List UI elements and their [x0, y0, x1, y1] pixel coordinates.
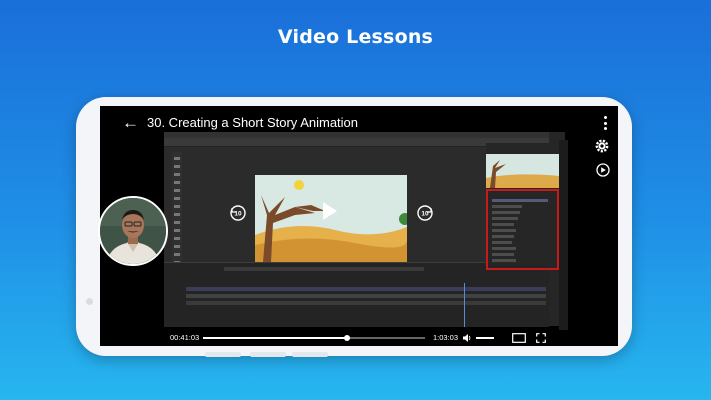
player-controls: 00:41:03 1:03:03 — [100, 330, 618, 346]
layer-row — [492, 211, 520, 214]
fullscreen-icon[interactable] — [536, 333, 546, 343]
video-title: 30. Creating a Short Story Animation — [147, 115, 359, 130]
layer-row — [492, 235, 514, 238]
seek-bar[interactable] — [203, 335, 425, 341]
speaker-icon[interactable] — [462, 333, 472, 343]
player-top-bar: ← 30. Creating a Short Story Animation — [100, 112, 618, 134]
arrow-left-icon[interactable]: ← — [122, 112, 139, 134]
layer-row — [492, 199, 548, 202]
app-right-strip — [559, 140, 568, 330]
current-time: 00:41:03 — [170, 333, 200, 342]
play-icon[interactable] — [322, 201, 338, 221]
seek-progress — [203, 337, 348, 339]
more-vertical-icon[interactable] — [604, 116, 608, 132]
layer-row — [492, 259, 516, 262]
play-circle-icon[interactable] — [596, 163, 610, 177]
forward-10-icon[interactable]: 10 — [416, 204, 434, 222]
layer-row — [492, 217, 518, 220]
rewind-seconds: 10 — [234, 211, 242, 218]
gear-icon[interactable] — [594, 138, 610, 154]
layer-row — [492, 247, 516, 250]
duration: 1:03:03 — [433, 333, 459, 342]
rewind-10-icon[interactable]: 10 — [229, 204, 247, 222]
layer-row — [492, 223, 514, 226]
seek-handle[interactable] — [344, 335, 351, 341]
captions-icon[interactable] — [512, 333, 526, 343]
layer-row — [492, 253, 514, 256]
phone-side-button — [292, 352, 328, 357]
phone-camera — [86, 298, 93, 305]
phone-side-button — [250, 352, 286, 357]
layer-row — [492, 241, 512, 244]
page-headline: Video Lessons — [277, 26, 434, 48]
app-timeline — [164, 262, 549, 327]
app-preview-thumbnail — [486, 154, 559, 188]
layer-row — [492, 229, 516, 232]
volume-slider[interactable] — [476, 337, 494, 339]
layer-row — [492, 205, 522, 208]
phone-side-button — [205, 352, 241, 357]
forward-seconds: 10 — [421, 211, 429, 218]
instructor-avatar — [98, 196, 168, 266]
